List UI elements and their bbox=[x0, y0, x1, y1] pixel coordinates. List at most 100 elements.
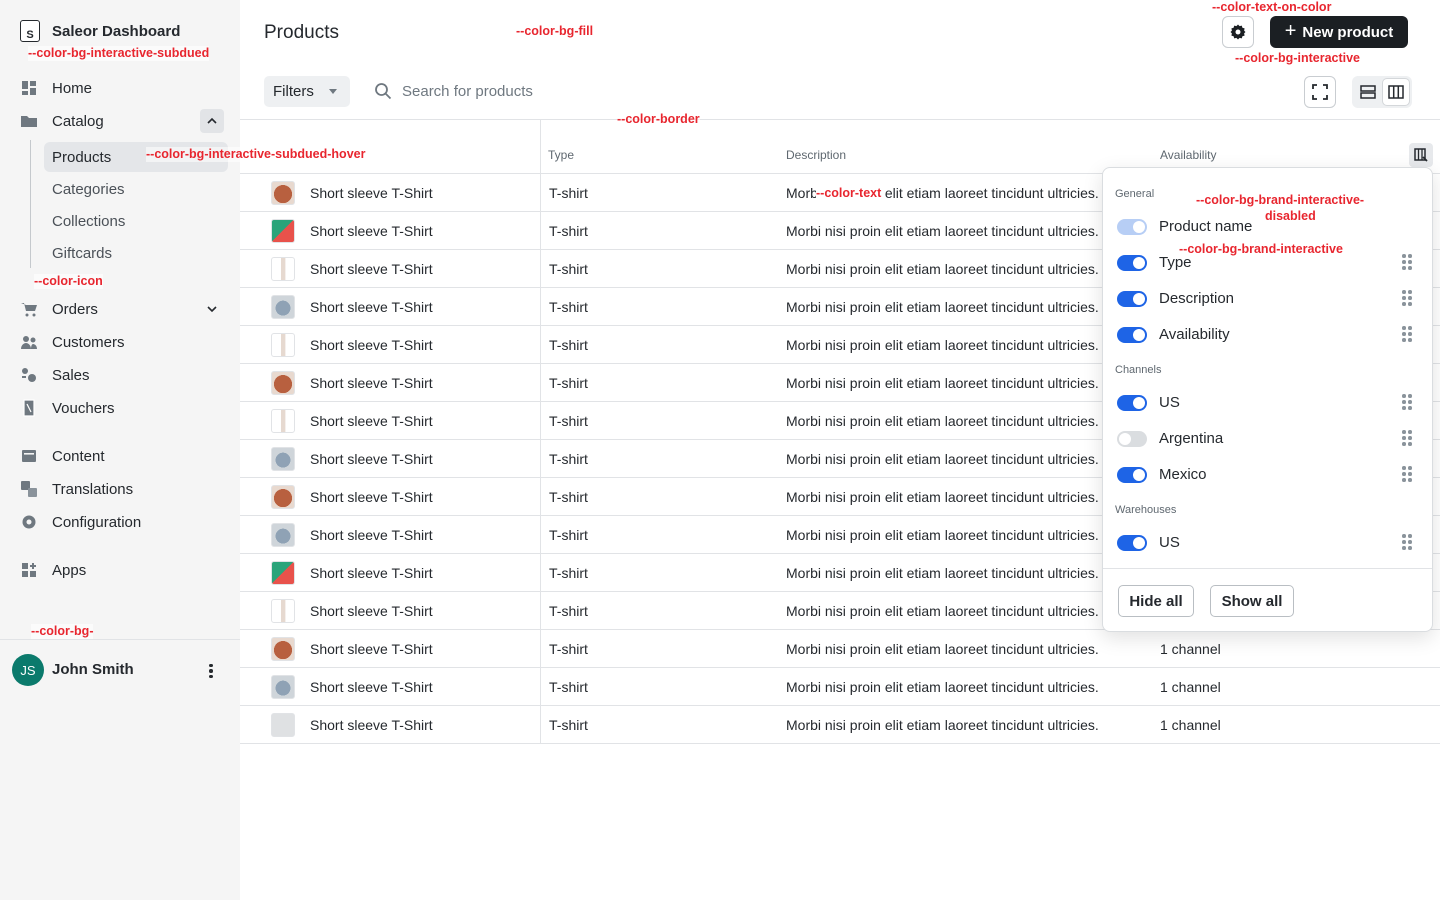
column-toggle-row: US bbox=[1117, 531, 1417, 555]
table-row[interactable]: Short sleeve T-Shirt T-shirt Morbi nisi pr… bbox=[240, 706, 1440, 744]
sidebar-item-orders[interactable]: Orders bbox=[20, 297, 98, 321]
column-picker-icon bbox=[1414, 148, 1428, 162]
sidebar-item-vouchers[interactable]: Vouchers bbox=[20, 396, 115, 420]
column-header-type[interactable]: Type bbox=[548, 148, 574, 162]
chevron-down-icon bbox=[207, 306, 217, 313]
column-toggle-row: US bbox=[1117, 391, 1417, 415]
column-toggle-label: US bbox=[1159, 534, 1180, 551]
product-description: Morbi nisi proin elit etiam laoreet tinc… bbox=[786, 679, 1099, 695]
section-title: Channels bbox=[1115, 364, 1162, 376]
drag-handle-icon[interactable] bbox=[1402, 394, 1412, 412]
sidebar-item-home[interactable]: Home bbox=[20, 76, 92, 100]
list-view-button[interactable] bbox=[1355, 79, 1381, 105]
avatar[interactable]: JS bbox=[12, 654, 44, 686]
sidebar-subitem-categories[interactable]: Categories bbox=[44, 174, 228, 204]
columns-view-button[interactable] bbox=[1383, 79, 1409, 105]
product-thumbnail bbox=[271, 561, 295, 585]
sidebar-item-configuration[interactable]: Configuration bbox=[20, 510, 141, 534]
page-title: Products bbox=[264, 22, 339, 43]
sidebar-subitem-collections[interactable]: Collections bbox=[44, 206, 228, 236]
columns-view-icon bbox=[1388, 85, 1404, 99]
sidebar-subitem-giftcards[interactable]: Giftcards bbox=[44, 238, 228, 268]
column-toggle-row: Argentina bbox=[1117, 427, 1417, 451]
new-product-button[interactable]: + New product bbox=[1270, 16, 1408, 48]
annotation-label: --color-bg-interactive bbox=[1235, 51, 1361, 66]
product-thumbnail bbox=[271, 675, 295, 699]
sidebar-item-catalog[interactable]: Catalog bbox=[20, 109, 104, 133]
column-picker-button[interactable] bbox=[1409, 143, 1433, 167]
annotation-label: --color-bg-interactive-subdued-hover bbox=[146, 147, 366, 162]
column-toggle[interactable] bbox=[1117, 431, 1147, 447]
product-name: Short sleeve T-Shirt bbox=[310, 641, 433, 657]
product-name: Short sleeve T-Shirt bbox=[310, 717, 433, 733]
sidebar: S Saleor Dashboard Home Catalog Products… bbox=[0, 0, 240, 900]
column-header-description[interactable]: Description bbox=[786, 148, 846, 162]
column-toggle[interactable] bbox=[1117, 255, 1147, 271]
sidebar-item-translations[interactable]: Translations bbox=[20, 477, 133, 501]
column-toggle[interactable] bbox=[1117, 535, 1147, 551]
column-toggle[interactable] bbox=[1117, 467, 1147, 483]
product-type: T-shirt bbox=[549, 527, 588, 543]
search-input[interactable] bbox=[402, 80, 902, 102]
sidebar-item-sales[interactable]: Sales bbox=[20, 363, 90, 387]
sidebar-item-customers[interactable]: Customers bbox=[20, 330, 125, 354]
app: S Saleor Dashboard Home Catalog Products… bbox=[0, 0, 1440, 900]
expand-orders-button[interactable] bbox=[200, 297, 224, 321]
filters-button[interactable]: Filters bbox=[264, 76, 350, 107]
fullscreen-button[interactable] bbox=[1304, 76, 1336, 108]
product-description: Morbi nisi proin elit etiam laoreet tinc… bbox=[786, 375, 1099, 391]
new-product-label: New product bbox=[1302, 23, 1394, 41]
product-thumbnail bbox=[271, 447, 295, 471]
settings-button[interactable] bbox=[1222, 16, 1254, 48]
product-description: Morbi nisi proin elit etiam laoreet tinc… bbox=[786, 451, 1099, 467]
column-toggle-row: Mexico bbox=[1117, 463, 1417, 487]
sidebar-item-label: Sales bbox=[52, 366, 90, 384]
submenu-rail bbox=[30, 140, 31, 268]
section-title: General bbox=[1115, 188, 1155, 200]
product-name: Short sleeve T-Shirt bbox=[310, 337, 433, 353]
product-name: Short sleeve T-Shirt bbox=[310, 185, 433, 201]
annotation-label: --color-bg-fill bbox=[516, 24, 594, 39]
product-availability: 1 channel bbox=[1160, 717, 1221, 733]
product-description: Morbi nisi proin elit etiam laoreet tinc… bbox=[786, 565, 1099, 581]
content-icon bbox=[20, 447, 38, 465]
table-row[interactable]: Short sleeve T-Shirt T-shirt Morbi nisi pr… bbox=[240, 630, 1440, 668]
column-toggle[interactable] bbox=[1117, 291, 1147, 307]
product-name: Short sleeve T-Shirt bbox=[310, 223, 433, 239]
annotation-label: --color-bg- bbox=[31, 624, 94, 639]
table-row[interactable]: Short sleeve T-Shirt T-shirt Morbi nisi pr… bbox=[240, 668, 1440, 706]
brand[interactable]: S Saleor Dashboard bbox=[20, 20, 180, 42]
drag-handle-icon[interactable] bbox=[1402, 254, 1412, 272]
column-toggle[interactable] bbox=[1117, 395, 1147, 411]
sidebar-item-content[interactable]: Content bbox=[20, 444, 105, 468]
users-icon bbox=[20, 333, 38, 351]
hide-all-button[interactable]: Hide all bbox=[1118, 585, 1194, 617]
show-all-button[interactable]: Show all bbox=[1210, 585, 1294, 617]
column-toggle bbox=[1117, 219, 1147, 235]
user-menu-button[interactable] bbox=[204, 660, 218, 682]
column-picker-popover: Hide all Show all General Product name Typ… bbox=[1102, 167, 1433, 632]
column-toggle-label: US bbox=[1159, 394, 1180, 411]
drag-handle-icon[interactable] bbox=[1402, 290, 1412, 308]
saleor-logo: S bbox=[20, 20, 40, 42]
product-name: Short sleeve T-Shirt bbox=[310, 375, 433, 391]
caret-down-icon bbox=[329, 89, 337, 94]
voucher-icon bbox=[20, 399, 38, 417]
column-toggle[interactable] bbox=[1117, 327, 1147, 343]
sidebar-item-apps[interactable]: Apps bbox=[20, 558, 86, 582]
divider bbox=[1103, 568, 1432, 569]
translate-icon bbox=[20, 480, 38, 498]
product-thumbnail bbox=[271, 333, 295, 357]
column-toggle-label: Product name bbox=[1159, 218, 1253, 235]
drag-handle-icon[interactable] bbox=[1402, 466, 1412, 484]
product-description: Morbi nisi proin elit etiam laoreet tinc… bbox=[786, 603, 1099, 619]
dot-icon bbox=[209, 674, 213, 679]
product-type: T-shirt bbox=[549, 603, 588, 619]
drag-handle-icon[interactable] bbox=[1402, 430, 1412, 448]
column-header-availability[interactable]: Availability bbox=[1160, 148, 1216, 162]
drag-handle-icon[interactable] bbox=[1402, 534, 1412, 552]
collapse-catalog-button[interactable] bbox=[200, 109, 224, 133]
drag-handle-icon[interactable] bbox=[1402, 326, 1412, 344]
product-type: T-shirt bbox=[549, 223, 588, 239]
product-type: T-shirt bbox=[549, 679, 588, 695]
